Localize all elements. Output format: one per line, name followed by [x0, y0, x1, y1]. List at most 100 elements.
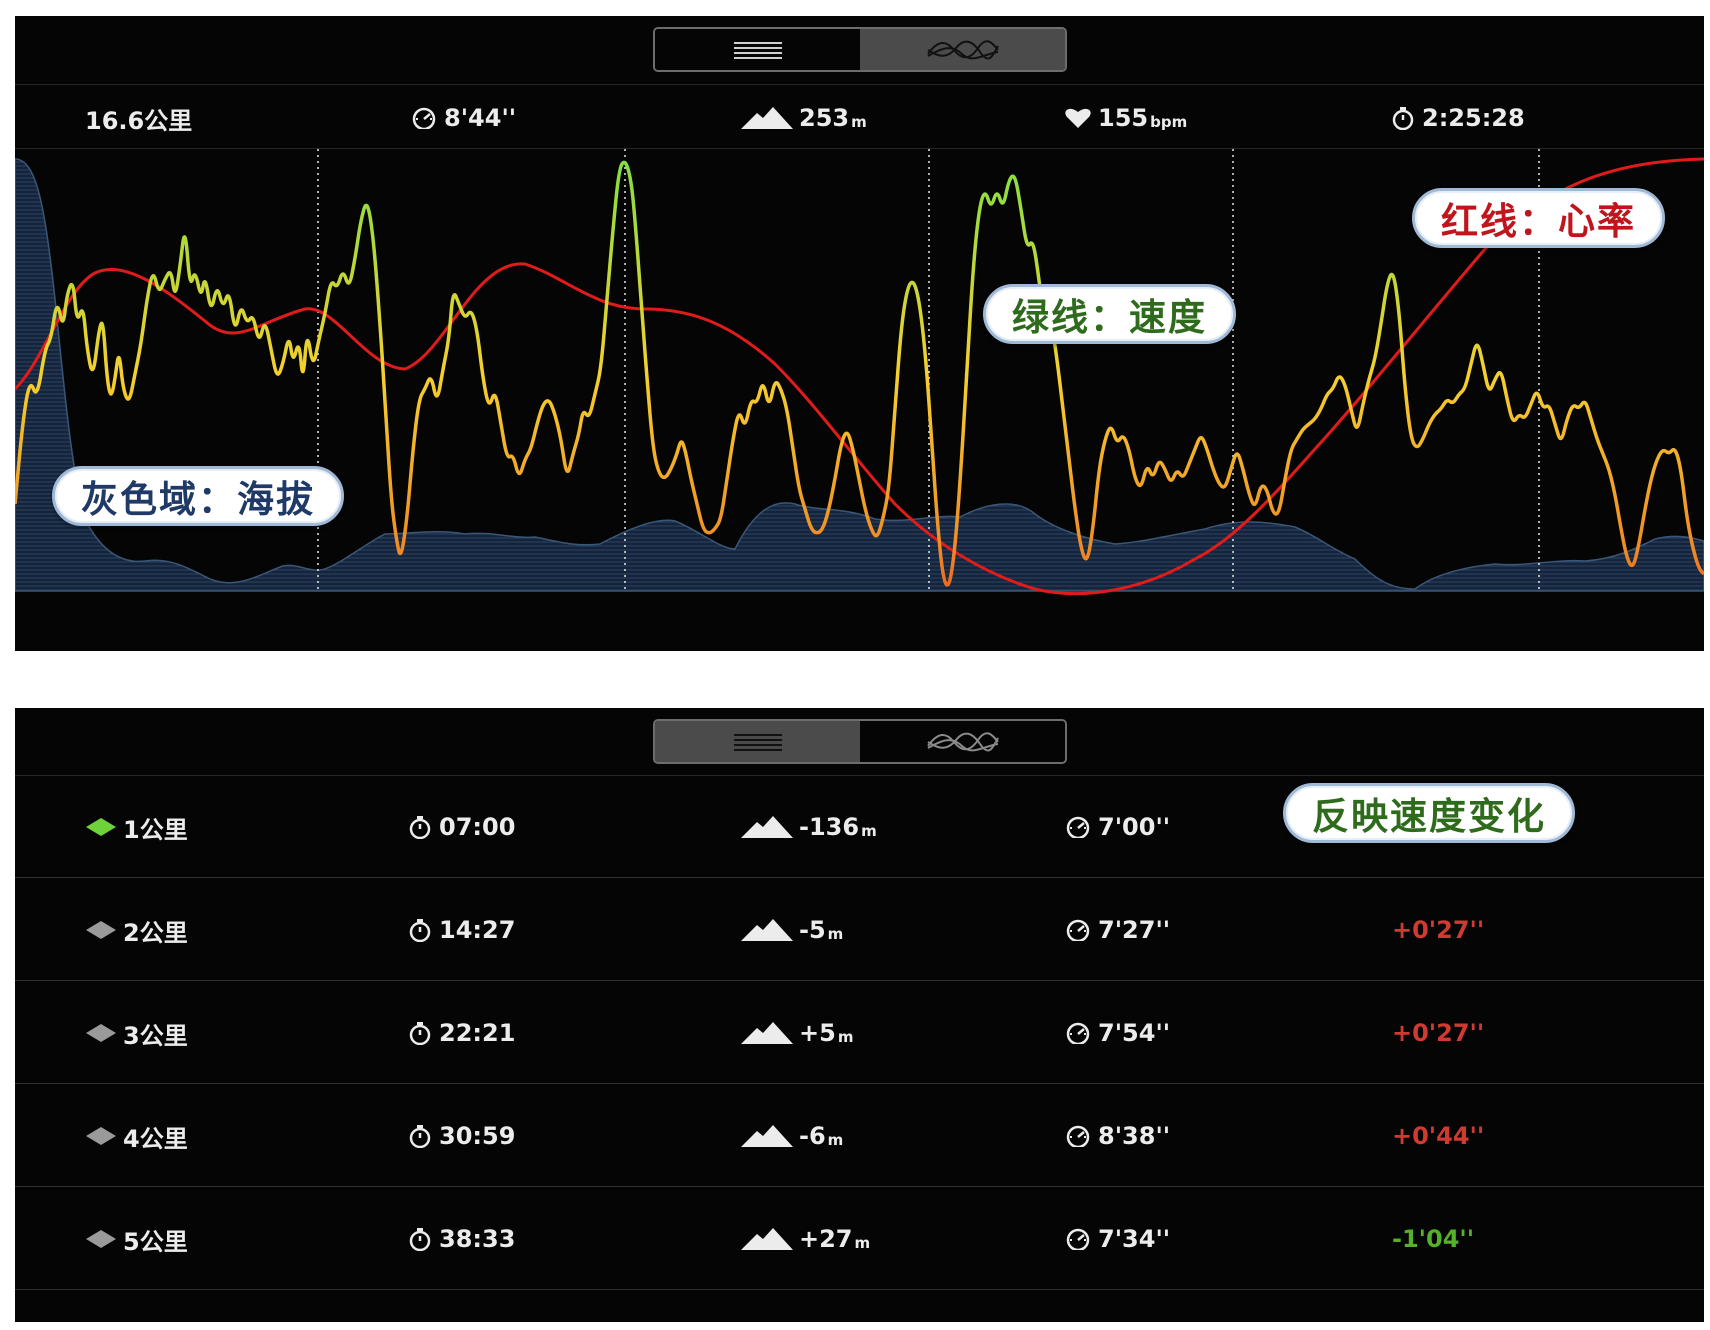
stopwatch-icon [409, 1228, 431, 1251]
split-elevation: -5 m [741, 879, 843, 981]
split-time-value: 07:00 [439, 813, 516, 841]
split-distance: 1公里 [85, 776, 188, 878]
split-row[interactable]: 2公里 14:27 -5 m 7'27'' +0'27'' [15, 879, 1704, 981]
split-time: 30:59 [407, 1085, 515, 1187]
stopwatch-icon [409, 1125, 431, 1148]
diamond-icon [86, 1024, 116, 1042]
split-pace-diff: +0'27'' [1392, 982, 1484, 1084]
diamond-icon [86, 1230, 116, 1248]
split-elevation-value: -6 [799, 1122, 826, 1150]
pace-stat: 8'44'' [410, 88, 516, 148]
pace-change-annotation: 反映速度变化 [1283, 783, 1575, 843]
split-row[interactable]: 4公里 30:59 -6 m 8'38'' +0'44'' [15, 1085, 1704, 1187]
split-time: 07:00 [407, 776, 515, 878]
speedometer-icon [1066, 919, 1090, 941]
mountain-icon [741, 919, 793, 941]
split-pace-diff: -1'04'' [1392, 1188, 1474, 1290]
heart-rate-annotation: 红线：心率 [1412, 188, 1665, 248]
graph-view-tab[interactable] [860, 721, 1065, 762]
heart-rate-annotation-text: 红线：心率 [1441, 199, 1636, 243]
pace-value: 8'44'' [444, 104, 517, 132]
altitude-annotation-text: 灰色域：海拔 [81, 477, 315, 521]
split-elevation-value: -136 [799, 813, 860, 841]
split-elevation-value: -5 [799, 916, 826, 944]
split-time: 38:33 [407, 1188, 515, 1290]
speedometer-icon [1066, 816, 1090, 838]
elevation-stat: 253 m [741, 88, 867, 148]
speedometer-icon [1066, 1022, 1090, 1044]
elevation-unit: m [851, 113, 867, 131]
heart-icon [1065, 108, 1091, 128]
split-time-value: 14:27 [439, 916, 516, 944]
speedometer-icon [1066, 1228, 1090, 1250]
mountain-icon [741, 107, 793, 129]
wave-graph-icon [926, 731, 999, 752]
split-elevation-unit: m [827, 1131, 844, 1149]
split-time: 22:21 [407, 982, 515, 1084]
split-elevation: -6 m [741, 1085, 843, 1187]
list-view-tab[interactable] [655, 721, 860, 762]
elevation-value: 253 [799, 104, 850, 132]
split-row[interactable]: 3公里 22:21 +5 m 7'54'' +0'27'' [15, 982, 1704, 1084]
split-time-value: 38:33 [439, 1225, 516, 1253]
diamond-icon [86, 1127, 116, 1145]
altitude-annotation: 灰色域：海拔 [52, 466, 344, 526]
graph-view-tab[interactable] [860, 29, 1065, 70]
diamond-icon [86, 818, 116, 836]
list-lines-icon [733, 733, 782, 751]
split-distance: 5公里 [85, 1188, 188, 1290]
split-pace: 7'27'' [1064, 879, 1170, 981]
pace-change-annotation-text: 反映速度变化 [1312, 794, 1546, 838]
split-elevation: +5 m [741, 982, 853, 1084]
graph-panel: 16.6公里 8'44'' 253 m 155 bpm 2:25:28 灰色域：… [15, 16, 1704, 651]
split-pace-value: 7'27'' [1098, 916, 1171, 944]
list-view-tab[interactable] [655, 29, 860, 70]
split-pace-diff-value: -1'04'' [1392, 1225, 1475, 1253]
split-pace-value: 7'54'' [1098, 1019, 1171, 1047]
heart-rate-unit: bpm [1150, 113, 1188, 131]
split-km: 5公里 [123, 1227, 188, 1256]
stopwatch-icon [409, 1022, 431, 1045]
split-pace: 7'00'' [1064, 776, 1170, 878]
split-elevation: +27 m [741, 1188, 870, 1290]
heart-rate-stat: 155 bpm [1064, 88, 1187, 148]
distance-value: 16.6公里 [85, 106, 193, 135]
split-km: 2公里 [123, 918, 188, 947]
heart-rate-value: 155 [1098, 104, 1149, 132]
speed-annotation-text: 绿线：速度 [1012, 295, 1207, 339]
stopwatch-icon [409, 919, 431, 942]
wave-graph-icon [926, 39, 999, 60]
list-lines-icon [733, 41, 782, 59]
split-elevation-value: +27 [799, 1225, 853, 1253]
split-pace-value: 8'38'' [1098, 1122, 1171, 1150]
divider [15, 84, 1704, 85]
mountain-icon [741, 1022, 793, 1044]
split-pace-value: 7'00'' [1098, 813, 1171, 841]
mountain-icon [741, 1125, 793, 1147]
split-pace-diff-value: +0'27'' [1392, 1019, 1485, 1047]
split-time-value: 30:59 [439, 1122, 516, 1150]
split-elevation-unit: m [854, 1234, 871, 1252]
split-pace-diff: +0'27'' [1392, 879, 1484, 981]
split-time: 14:27 [407, 879, 515, 981]
split-elevation-unit: m [827, 925, 844, 943]
split-pace-diff-value: +0'44'' [1392, 1122, 1485, 1150]
split-pace-diff: +0'44'' [1392, 1085, 1484, 1187]
speedometer-icon [1066, 1125, 1090, 1147]
diamond-icon [86, 921, 116, 939]
split-km: 1公里 [123, 815, 188, 844]
duration-value: 2:25:28 [1422, 104, 1525, 132]
split-km: 4公里 [123, 1124, 188, 1153]
speed-annotation: 绿线：速度 [983, 284, 1236, 344]
stopwatch-icon [409, 816, 431, 839]
stopwatch-icon [1392, 107, 1414, 130]
split-elevation-unit: m [861, 822, 877, 840]
split-distance: 2公里 [85, 879, 188, 981]
split-elevation-value: +5 [799, 1019, 836, 1047]
split-pace-diff-value: +0'27'' [1392, 916, 1485, 944]
split-row[interactable]: 5公里 38:33 +27 m 7'34'' -1'04'' [15, 1188, 1704, 1290]
split-elevation-unit: m [837, 1028, 854, 1046]
summary-stats: 16.6公里 8'44'' 253 m 155 bpm 2:25:28 [15, 88, 1704, 148]
speedometer-icon [412, 107, 436, 129]
duration-stat: 2:25:28 [1390, 88, 1525, 148]
